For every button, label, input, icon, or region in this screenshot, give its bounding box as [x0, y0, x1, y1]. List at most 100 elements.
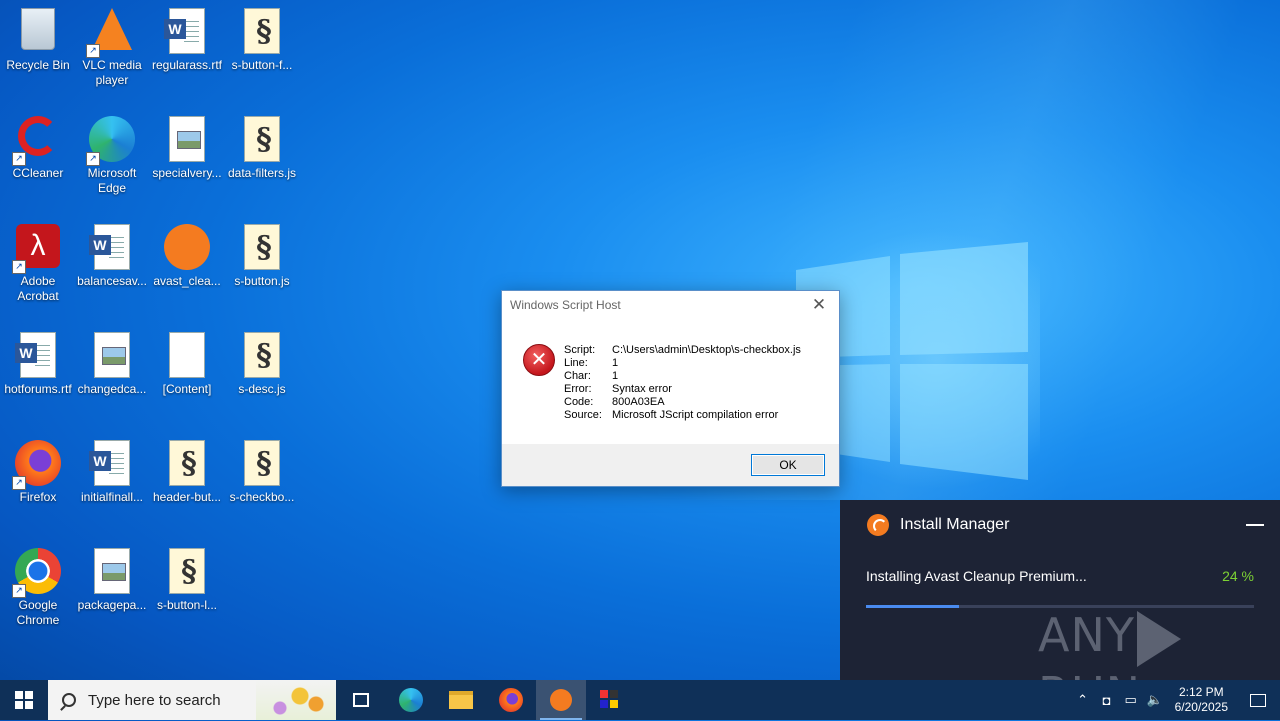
desktop-icon[interactable]: λ ↗ Adobe Acrobat — [0, 220, 76, 304]
taskbar-clock[interactable]: 2:12 PM 6/20/2025 — [1167, 685, 1236, 715]
script-file-icon: § — [238, 116, 286, 164]
script-file-icon: § — [163, 440, 211, 488]
taskbar-edge-button[interactable] — [386, 680, 436, 720]
error-value: Syntax error — [612, 383, 672, 395]
script-file-icon: § — [238, 440, 286, 488]
avast-logo-icon — [867, 514, 889, 536]
desktop-icon[interactable]: changedca... — [74, 328, 150, 397]
desktop-icon[interactable]: Recycle Bin — [0, 4, 76, 73]
desktop-icon[interactable]: ↗ CCleaner — [0, 112, 76, 181]
script-host-error-dialog: Windows Script Host ✕ ✕ Script: C:\Users\… — [501, 290, 840, 487]
desktop-icon[interactable]: § s-button.js — [224, 220, 300, 289]
script-file-icon: § — [163, 548, 211, 596]
script-file-icon: § — [238, 332, 286, 380]
install-status-text: Installing Avast Cleanup Premium... — [866, 568, 1087, 584]
chrome-icon: ↗ — [12, 548, 62, 598]
code-value: 800A03EA — [612, 396, 665, 408]
install-percent: 24 % — [1222, 568, 1254, 584]
minimize-button[interactable] — [1246, 524, 1264, 526]
desktop-icon[interactable]: avast_clea... — [149, 220, 225, 289]
error-details: Script: C:\Users\admin\Desktop\s-checkbox… — [564, 344, 801, 422]
dialog-footer: OK — [502, 444, 839, 486]
desktop-icon[interactable]: § header-but... — [149, 436, 225, 505]
desktop-icon-label: s-button.js — [234, 274, 290, 288]
detail-row-line: Line: 1 — [564, 357, 619, 369]
search-highlight-art — [256, 680, 336, 720]
line-value: 1 — [612, 357, 619, 369]
word-document-icon: W — [88, 224, 136, 272]
desktop-icon[interactable]: Winitialfinall... — [74, 436, 150, 505]
avast-icon — [550, 689, 572, 711]
source-value: Microsoft JScript compilation error — [612, 409, 779, 421]
desktop-icon[interactable]: § s-button-f... — [224, 4, 300, 73]
firefox-icon: ↗ — [12, 440, 62, 490]
script-host-icon — [600, 690, 622, 710]
desktop-icon[interactable]: § s-desc.js — [224, 328, 300, 397]
desktop-icon-label: Google Chrome — [16, 598, 60, 627]
desktop-icon[interactable]: [Content] — [149, 328, 225, 397]
detail-row-error: Error: Syntax error — [564, 383, 672, 395]
desktop-icon[interactable]: ↗ Google Chrome — [0, 544, 76, 628]
desktop-icon-label: Recycle Bin — [6, 58, 70, 72]
word-document-icon: W — [14, 332, 62, 380]
dialog-title: Windows Script Host — [510, 298, 621, 312]
folder-icon — [449, 691, 473, 709]
edge-icon — [399, 688, 423, 712]
desktop-icon[interactable]: § s-button-l... — [149, 544, 225, 613]
desktop-icon[interactable]: ↗ Firefox — [0, 436, 76, 505]
network-icon[interactable]: ▭ — [1119, 692, 1143, 708]
notification-icon — [1250, 693, 1266, 707]
word-document-icon: W — [163, 8, 211, 56]
desktop-icon-label: Firefox — [19, 490, 57, 504]
taskbar-search-box[interactable]: Type here to search — [48, 680, 336, 720]
task-view-button[interactable] — [336, 680, 386, 720]
action-center-button[interactable] — [1236, 680, 1280, 720]
search-placeholder: Type here to search — [88, 691, 221, 709]
taskbar-file-explorer-button[interactable] — [436, 680, 486, 720]
dialog-titlebar[interactable]: Windows Script Host ✕ — [502, 291, 839, 319]
desktop-icon-label: s-checkbo... — [229, 490, 295, 504]
error-icon: ✕ — [523, 344, 555, 376]
desktop-icon[interactable]: § data-filters.js — [224, 112, 300, 181]
desktop-icon[interactable]: § s-checkbo... — [224, 436, 300, 505]
desktop-icon[interactable]: Wbalancesav... — [74, 220, 150, 289]
chevron-up-icon[interactable]: ⌃ — [1071, 692, 1095, 708]
meet-now-icon[interactable]: ◘ — [1095, 693, 1119, 708]
desktop-icon[interactable]: ↗ Microsoft Edge — [74, 112, 150, 196]
desktop-icon-label: [Content] — [162, 382, 212, 396]
desktop-icon-label: regularass.rtf — [151, 58, 223, 72]
desktop-icon-label: s-button-f... — [231, 58, 293, 72]
task-view-icon — [353, 693, 369, 707]
taskbar-firefox-button[interactable] — [486, 680, 536, 720]
desktop-icon-label: balancesav... — [77, 274, 147, 288]
desktop-icon[interactable]: packagepa... — [74, 544, 150, 613]
blank-file-icon — [163, 332, 211, 380]
clock-date: 6/20/2025 — [1174, 700, 1228, 714]
detail-row-char: Char: 1 — [564, 370, 619, 382]
taskbar-script-host-button[interactable] — [586, 680, 636, 720]
image-file-icon — [88, 332, 136, 380]
desktop-icon[interactable]: ↗ VLC media player — [74, 4, 150, 88]
search-icon — [62, 693, 76, 707]
taskbar-avast-button[interactable] — [536, 680, 586, 720]
desktop-icon[interactable]: Wregularass.rtf — [149, 4, 225, 73]
dialog-close-button[interactable]: ✕ — [807, 293, 831, 317]
start-button[interactable] — [0, 680, 48, 720]
desktop-icon-label: packagepa... — [77, 598, 147, 612]
desktop-icon[interactable]: Whotforums.rtf — [0, 328, 76, 397]
taskbar: Type here to search ⌃ ◘ ▭ 🔈 2:12 PM 6/20… — [0, 680, 1280, 720]
desktop-icon-label: VLC media player — [82, 58, 142, 87]
desktop-icon[interactable]: specialvery... — [149, 112, 225, 181]
detail-row-source: Source: Microsoft JScript compilation err… — [564, 409, 779, 421]
script-file-icon: § — [238, 8, 286, 56]
detail-row-script: Script: C:\Users\admin\Desktop\s-checkbox… — [564, 344, 801, 356]
ccleaner-icon: ↗ — [12, 116, 62, 166]
image-file-icon — [163, 116, 211, 164]
system-tray: ⌃ ◘ ▭ 🔈 2:12 PM 6/20/2025 — [1071, 680, 1280, 720]
desktop-icon-label: avast_clea... — [153, 274, 221, 288]
install-manager-panel: Install Manager Installing Avast Cleanup… — [840, 500, 1280, 721]
vlc-icon: ↗ — [86, 8, 136, 58]
desktop-icon-label: CCleaner — [12, 166, 64, 180]
speaker-icon[interactable]: 🔈 — [1143, 692, 1167, 708]
ok-button[interactable]: OK — [751, 454, 825, 476]
